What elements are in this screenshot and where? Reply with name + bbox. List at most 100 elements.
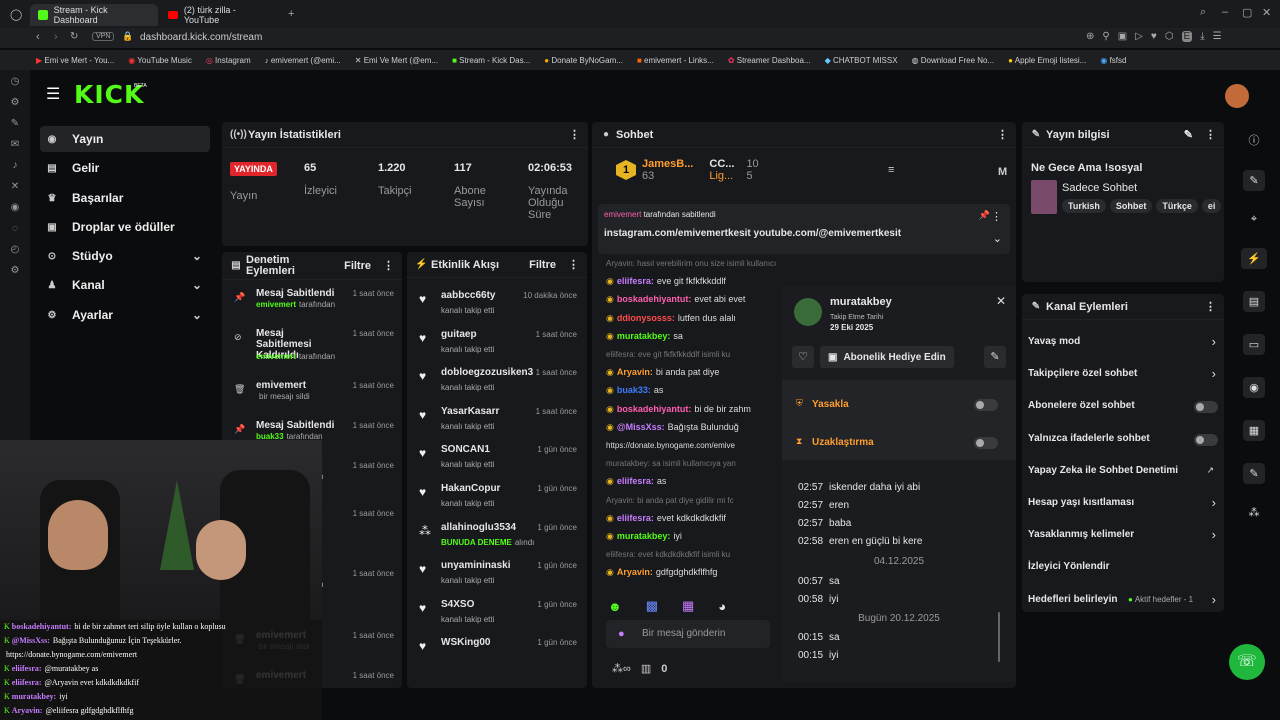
chat-username[interactable]: ddionysosss: xyxy=(617,313,675,323)
tools-icon[interactable]: ⚙ xyxy=(11,97,20,108)
bookmark-item[interactable]: ● Apple Emoji listesi... xyxy=(1008,56,1086,65)
settings-icon[interactable]: ⚙ xyxy=(11,265,20,276)
channel-action-row[interactable]: Takipçilere özel sohbet › xyxy=(1022,366,1224,384)
more-options-icon[interactable]: ⋮ xyxy=(1205,300,1216,313)
notes-icon[interactable]: ▤ xyxy=(1242,291,1266,312)
mod-filter-button[interactable]: Filtre xyxy=(344,260,371,272)
tag[interactable]: ei xyxy=(1201,199,1222,213)
chat-input[interactable]: ● Bir mesaj gönderin xyxy=(606,620,770,648)
chat-username[interactable]: @MissXss: xyxy=(617,422,665,432)
channel-action-row[interactable]: Hesap yaşı kısıtlaması › xyxy=(1022,495,1224,513)
channel-action-row[interactable]: Yavaş mod › xyxy=(1022,334,1224,352)
channel-action-toggle[interactable] xyxy=(1194,433,1218,446)
ban-toggle[interactable] xyxy=(974,399,998,411)
x-icon[interactable]: ✕ xyxy=(11,181,19,192)
chat-username[interactable]: boskadehiyantut: xyxy=(617,404,692,414)
chat-icon[interactable]: ▭ xyxy=(1242,334,1266,355)
menu-icon[interactable]: ☰ xyxy=(1213,31,1222,42)
close-icon[interactable]: ✕ xyxy=(996,294,1006,308)
chat-username[interactable]: boskadehiyantut: xyxy=(617,294,692,304)
chat-username[interactable]: Aryavin: xyxy=(617,567,653,577)
chevron-down-icon[interactable]: ⌄ xyxy=(993,232,1002,245)
more-options-icon[interactable]: ⋮ xyxy=(991,210,1002,223)
emote-icon[interactable]: ◕ xyxy=(718,599,726,614)
scrollbar[interactable] xyxy=(998,612,1000,662)
clock-icon[interactable]: ◴ xyxy=(11,244,20,255)
chat-username[interactable]: Aryavin: xyxy=(617,367,653,377)
play-icon[interactable]: ▷ xyxy=(1135,31,1143,42)
reload-icon[interactable]: ↻ xyxy=(70,31,78,42)
channel-action-row[interactable]: Yasaklanmış kelimeler › xyxy=(1022,527,1224,545)
bookmark-item[interactable]: ◎ Instagram xyxy=(206,56,251,65)
store-icon[interactable]: ▥ xyxy=(641,662,651,675)
more-options-icon[interactable]: ⋮ xyxy=(383,259,394,272)
filter-icon[interactable]: ≡ xyxy=(888,164,894,176)
forward-icon[interactable]: › xyxy=(54,31,58,43)
kick-emote-icon[interactable]: ☻ xyxy=(608,599,622,614)
nav-item-revenue[interactable]: ▤ Gelir xyxy=(40,155,210,181)
pen-icon[interactable]: ✎ xyxy=(11,118,19,129)
tab-kick-dashboard[interactable]: Stream - Kick Dashboard xyxy=(30,4,158,26)
tiktok-icon[interactable]: ♪ xyxy=(13,160,18,171)
mod-view-icon[interactable]: M xyxy=(998,166,1007,178)
channel-action-toggle[interactable] xyxy=(1194,401,1218,414)
channel-action-row[interactable]: Abonelere özel sohbet xyxy=(1022,398,1224,416)
wrench-icon[interactable]: ✎ xyxy=(1243,463,1265,484)
info-icon[interactable]: ⓘ xyxy=(1249,132,1260,148)
bookmark-item[interactable]: ● Donate ByNoGam... xyxy=(544,56,623,65)
heart-icon[interactable]: ♡ xyxy=(792,346,814,368)
chat-username[interactable]: muratakbey: xyxy=(617,531,671,541)
bookmark-item[interactable]: ♪ emivemert (@emi... xyxy=(265,56,341,65)
edit-icon[interactable]: ✎ xyxy=(1243,170,1265,191)
bookmark-item[interactable]: ■ emivemert - Links... xyxy=(637,56,714,65)
lightning-icon[interactable]: ⚡ xyxy=(1241,248,1267,269)
chat-username[interactable]: eliifesra: xyxy=(617,476,654,486)
focus-icon[interactable]: ⌖ xyxy=(1251,213,1257,226)
chat-username[interactable]: eliifesra: xyxy=(617,513,654,523)
mod-icon[interactable]: ▦ xyxy=(1242,420,1266,441)
user-avatar[interactable] xyxy=(1225,84,1249,108)
mail-icon[interactable]: ✉ xyxy=(11,139,19,150)
browser-menu-icon[interactable]: ◯ xyxy=(10,8,22,21)
maximize-button[interactable]: ▢ xyxy=(1242,6,1252,19)
more-options-icon[interactable]: ⋮ xyxy=(997,128,1008,141)
broadcast-icon[interactable]: ◉ xyxy=(1243,377,1265,398)
extensions-icon[interactable]: ⬡ xyxy=(1165,31,1174,42)
bookmark-item[interactable]: ◍ Download Free No... xyxy=(912,56,995,65)
nav-item-stream[interactable]: ◉ Yayın xyxy=(40,126,210,152)
new-tab-button[interactable]: + xyxy=(288,8,294,20)
bookmark-item[interactable]: ▶ Emi ve Mert - You... xyxy=(36,56,114,65)
pin-icon[interactable]: 📌 xyxy=(979,210,990,221)
more-options-icon[interactable]: ⋮ xyxy=(569,128,580,141)
zoom-icon[interactable]: ⊕ xyxy=(1086,31,1094,42)
mod-tool-icon[interactable]: ✎ xyxy=(984,346,1006,368)
nav-item-drops[interactable]: ▣ Droplar ve ödüller xyxy=(40,214,210,240)
emote-icon[interactable]: ▩ xyxy=(646,598,658,614)
timeout-toggle[interactable] xyxy=(974,437,998,449)
apps-icon[interactable]: ⁂ xyxy=(1249,506,1260,519)
tag[interactable]: Türkçe xyxy=(1156,199,1198,213)
gift-sub-button[interactable]: ▣ Abonelik Hediye Edin xyxy=(820,346,954,368)
tag[interactable]: Sohbet xyxy=(1109,199,1153,213)
url-field[interactable]: dashboard.kick.com/stream xyxy=(140,32,262,43)
download-icon[interactable]: ⤓ xyxy=(1200,31,1204,42)
chat-icon[interactable]: ◌ xyxy=(12,223,18,234)
edit-icon[interactable]: ✎ xyxy=(1184,128,1193,141)
chat-username[interactable]: muratakbey: xyxy=(617,331,671,341)
support-chat-button[interactable]: ☏ xyxy=(1229,644,1265,680)
bookmark-item[interactable]: ◉ YouTube Music xyxy=(128,56,192,65)
bookmark-item[interactable]: ✕ Emi Ve Mert (@em... xyxy=(355,56,438,65)
tab-youtube[interactable]: (2) türk zilla - YouTube xyxy=(160,4,280,26)
snapshot-icon[interactable]: ▣ xyxy=(1118,31,1127,42)
more-options-icon[interactable]: ⋮ xyxy=(1205,128,1216,141)
bookmark-item[interactable]: ✿ Streamer Dashboa... xyxy=(728,56,811,65)
bookmark-item[interactable]: ◉ fsfsd xyxy=(1100,56,1126,65)
profile-icon[interactable]: E xyxy=(1181,31,1193,42)
back-icon[interactable]: ‹ xyxy=(36,31,40,43)
channel-action-row[interactable]: Hedefleri belirleyin ● Aktif hedefler - 1 › xyxy=(1022,592,1224,610)
music-icon[interactable]: ◉ xyxy=(11,202,20,213)
chat-username[interactable]: eliifesra: xyxy=(617,276,654,286)
heart-icon[interactable]: ♥ xyxy=(1151,31,1157,42)
channel-action-row[interactable]: İzleyici Yönlendir xyxy=(1022,559,1224,577)
channel-action-row[interactable]: Yapay Zeka ile Sohbet Denetimi ↗ xyxy=(1022,463,1224,481)
